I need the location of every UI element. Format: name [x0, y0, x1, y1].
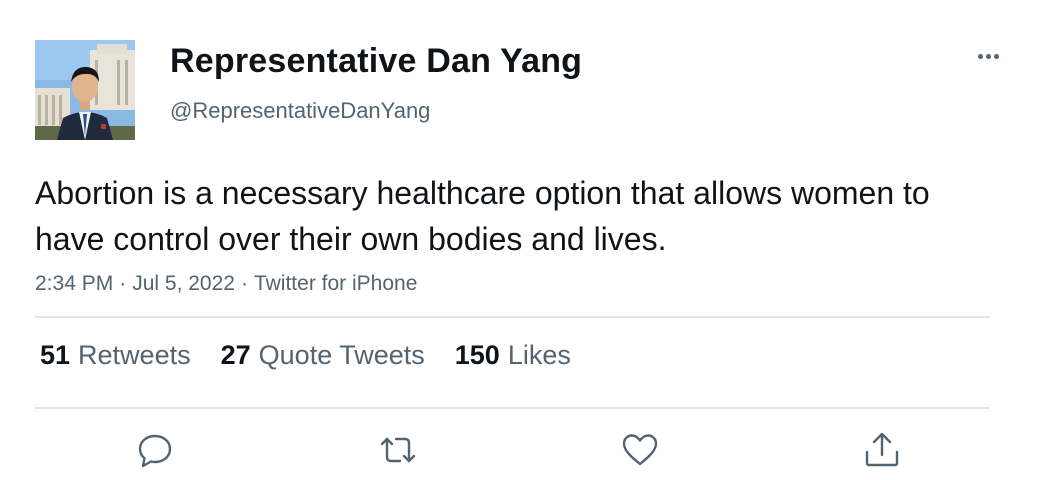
reply-icon[interactable]: [135, 430, 175, 470]
avatar-photo: [35, 40, 135, 140]
tweet-meta: 2:34 PM · Jul 5, 2022 · Twitter for iPhone: [35, 272, 417, 296]
likes-count: 150: [454, 340, 500, 370]
user-handle[interactable]: @RepresentativeDanYang: [170, 98, 430, 124]
like-icon[interactable]: [620, 430, 660, 470]
meta-separator: ·: [119, 272, 127, 295]
tweet-text: Abortion is a necessary healthcare optio…: [35, 175, 930, 257]
retweets-stat[interactable]: 51 Retweets: [40, 340, 191, 371]
tweet-time[interactable]: 2:34 PM: [35, 272, 113, 295]
tweet-date[interactable]: Jul 5, 2022: [132, 272, 235, 295]
quote-tweets-count: 27: [220, 340, 251, 370]
likes-stat[interactable]: 150 Likes: [455, 340, 571, 371]
quote-tweets-stat[interactable]: 27 Quote Tweets: [221, 340, 425, 371]
meta-separator: ·: [240, 272, 248, 295]
dot: [977, 53, 983, 59]
quote-tweets-label: Quote Tweets: [258, 340, 425, 370]
retweets-label: Retweets: [78, 340, 191, 370]
dot: [985, 53, 991, 59]
likes-label: Likes: [507, 340, 571, 370]
retweet-icon[interactable]: [378, 430, 418, 470]
tweet-stats: 51 Retweets 27 Quote Tweets 150 Likes: [40, 340, 571, 371]
avatar[interactable]: [35, 40, 135, 140]
divider: [35, 407, 990, 409]
display-name[interactable]: Representative Dan Yang: [170, 42, 582, 81]
retweets-count: 51: [40, 340, 71, 370]
more-options-icon[interactable]: [968, 44, 1008, 68]
share-icon[interactable]: [862, 430, 902, 470]
tweet-source[interactable]: Twitter for iPhone: [254, 272, 417, 295]
dot: [993, 53, 999, 59]
divider: [35, 316, 990, 318]
